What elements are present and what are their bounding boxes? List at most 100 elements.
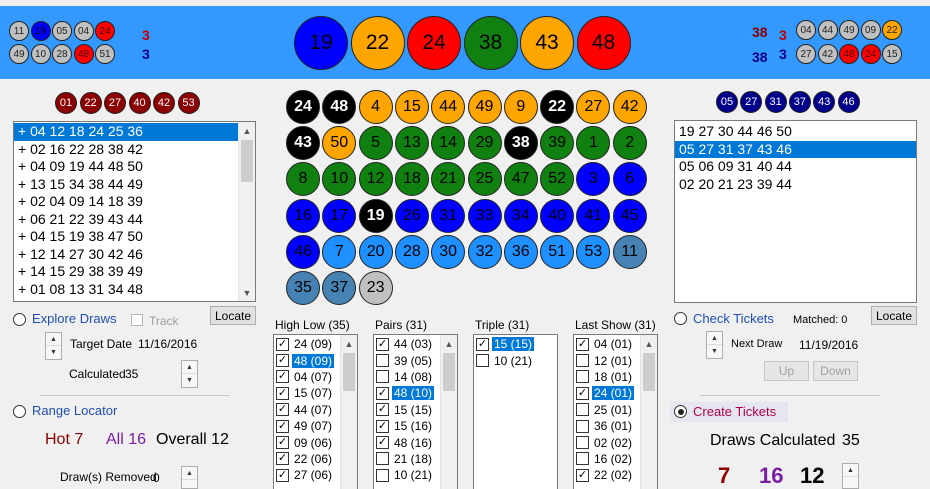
draws-listbox[interactable]: + 04 12 18 24 25 36 + 02 16 22 28 38 42 + … — [13, 121, 256, 302]
checked-checkbox-icon[interactable]: ✓ — [276, 403, 289, 417]
checked-checkbox-icon[interactable]: ✓ — [276, 452, 289, 466]
unchecked-checkbox-icon[interactable] — [376, 370, 389, 384]
draw-list-item[interactable]: + 04 09 19 44 48 50 — [14, 158, 238, 176]
checked-checkbox-icon[interactable]: ✓ — [376, 419, 389, 433]
explore-draws-label[interactable]: Explore Draws — [32, 311, 117, 326]
scroll-thumb[interactable] — [343, 353, 355, 391]
checked-checkbox-icon[interactable]: ✓ — [376, 386, 389, 400]
checked-checkbox-icon[interactable]: ✓ — [376, 436, 389, 450]
unchecked-checkbox-icon[interactable] — [576, 354, 589, 368]
divider — [700, 395, 880, 396]
create-tickets-radio[interactable] — [674, 405, 687, 418]
checked-checkbox-icon[interactable]: ✓ — [576, 337, 589, 351]
checklist-title: Last Show (31) — [575, 318, 656, 332]
checked-checkbox-icon[interactable]: ✓ — [276, 337, 289, 351]
unchecked-checkbox-icon[interactable] — [576, 436, 589, 450]
ticket-list-item[interactable]: 05 27 31 37 43 46 — [675, 140, 916, 158]
checklist-box[interactable]: ✓ 44 (03) 39 (05) 14 (08) ✓ 48 (10) ✓ 15 (15) ✓ 1… — [373, 334, 458, 489]
draw-list-item[interactable]: + 04 15 19 38 47 50 — [14, 228, 238, 246]
header-small-ball: 04 — [73, 21, 94, 41]
range-locator-label[interactable]: Range Locator — [32, 403, 117, 418]
draw-list-item[interactable]: + 04 12 18 24 25 36 — [14, 123, 238, 141]
checked-checkbox-icon[interactable]: ✓ — [276, 354, 289, 368]
scroll-thumb[interactable] — [241, 140, 253, 182]
draw-list-item[interactable]: + 14 15 29 38 39 49 — [14, 263, 238, 281]
checked-checkbox-icon[interactable]: ✓ — [376, 337, 389, 351]
spin-up-icon[interactable]: ▲ — [707, 332, 722, 345]
down-button[interactable]: Down — [813, 361, 858, 381]
draw-list-item[interactable]: + 02 04 09 14 18 39 — [14, 193, 238, 211]
checklist-item[interactable]: ✓ 15 (15) — [474, 336, 557, 352]
checklist-scrollbar[interactable]: ▲ — [640, 335, 657, 489]
draws-removed-spinner[interactable]: ▲ — [181, 466, 198, 489]
checklist-item-label: 27 (06) — [294, 468, 333, 483]
checklist-item[interactable]: 10 (21) — [474, 352, 557, 368]
unchecked-checkbox-icon[interactable] — [376, 354, 389, 368]
draws-scrollbar[interactable]: ▲ ▼ — [238, 122, 255, 301]
spin-up-icon[interactable]: ▲ — [182, 467, 197, 480]
checklist-item-label: 10 (21) — [394, 468, 433, 483]
spin-up-icon[interactable]: ▲ — [46, 333, 61, 346]
spin-down-icon[interactable]: ▼ — [707, 345, 722, 358]
unchecked-checkbox-icon[interactable] — [376, 468, 389, 482]
unchecked-checkbox-icon[interactable] — [576, 403, 589, 417]
locate-tickets-button[interactable]: Locate — [871, 306, 917, 325]
unchecked-checkbox-icon[interactable] — [576, 370, 589, 384]
checklist-box[interactable]: ✓ 15 (15) 10 (21) — [473, 334, 558, 489]
create-spinner[interactable]: ▲ — [842, 463, 859, 489]
scroll-down-icon[interactable]: ▼ — [239, 284, 255, 301]
spin-down-icon[interactable]: ▼ — [46, 346, 61, 359]
draw-list-item[interactable]: + 02 16 22 28 38 42 — [14, 141, 238, 159]
checked-checkbox-icon[interactable]: ✓ — [376, 403, 389, 417]
main-draw-ball: 22 — [350, 16, 405, 70]
check-tickets-radio[interactable] — [674, 312, 687, 325]
checklist-box[interactable]: ✓ 04 (01) 12 (01) 18 (01) ✓ 24 (01) 25 (01) 36 … — [573, 334, 658, 489]
checklist-scrollbar[interactable]: ▲ — [440, 335, 457, 489]
ticket-number-ball: 31 — [764, 91, 787, 113]
range-locator-radio[interactable] — [13, 405, 26, 418]
checked-checkbox-icon[interactable]: ✓ — [276, 386, 289, 400]
checked-checkbox-icon[interactable]: ✓ — [276, 468, 289, 482]
calculated-value: 35 — [125, 367, 139, 381]
create-tickets-label[interactable]: Create Tickets — [693, 404, 776, 419]
checked-checkbox-icon[interactable]: ✓ — [576, 468, 589, 482]
checked-checkbox-icon[interactable]: ✓ — [476, 337, 489, 351]
unchecked-checkbox-icon[interactable] — [476, 354, 489, 368]
scroll-up-icon[interactable]: ▲ — [441, 335, 457, 352]
checked-checkbox-icon[interactable]: ✓ — [276, 370, 289, 384]
draw-list-item[interactable]: + 12 14 27 30 42 46 — [14, 246, 238, 264]
scroll-up-icon[interactable]: ▲ — [341, 335, 357, 352]
unchecked-checkbox-icon[interactable] — [576, 419, 589, 433]
spin-down-icon[interactable]: ▼ — [182, 374, 197, 387]
checklist-scrollbar[interactable]: ▲ — [340, 335, 357, 489]
scroll-thumb[interactable] — [643, 353, 655, 391]
unchecked-checkbox-icon[interactable] — [576, 452, 589, 466]
checklist-item-label: 22 (06) — [294, 451, 333, 466]
scroll-thumb[interactable] — [443, 353, 455, 391]
next-draw-spinner[interactable]: ▲ ▼ — [706, 331, 723, 359]
draw-list-item[interactable]: + 13 15 34 38 44 49 — [14, 176, 238, 194]
ticket-list-item[interactable]: 02 20 21 23 39 44 — [675, 176, 916, 194]
grid-number-ball: 13 — [394, 126, 429, 161]
ticket-list-item[interactable]: 05 06 09 31 40 44 — [675, 158, 916, 176]
spin-up-icon[interactable]: ▲ — [843, 464, 858, 477]
locate-draws-button[interactable]: Locate — [210, 306, 256, 325]
check-tickets-label[interactable]: Check Tickets — [693, 311, 774, 326]
tickets-listbox[interactable]: 19 27 30 44 46 50 05 27 31 37 43 46 05 06 … — [674, 120, 917, 303]
target-date-spinner[interactable]: ▲ ▼ — [45, 332, 62, 360]
unchecked-checkbox-icon[interactable] — [376, 452, 389, 466]
calculated-spinner[interactable]: ▲ ▼ — [181, 360, 198, 388]
checked-checkbox-icon[interactable]: ✓ — [276, 436, 289, 450]
up-button[interactable]: Up — [764, 361, 809, 381]
scroll-up-icon[interactable]: ▲ — [239, 122, 255, 139]
ticket-list-item[interactable]: 19 27 30 44 46 50 — [675, 123, 916, 141]
checked-checkbox-icon[interactable]: ✓ — [576, 386, 589, 400]
draw-list-item[interactable]: + 06 21 22 39 43 44 — [14, 211, 238, 229]
track-checkbox[interactable] — [131, 314, 143, 326]
checked-checkbox-icon[interactable]: ✓ — [276, 419, 289, 433]
draw-list-item[interactable]: + 01 08 13 31 34 48 — [14, 281, 238, 299]
explore-draws-radio[interactable] — [13, 313, 26, 326]
checklist-box[interactable]: ✓ 24 (09) ✓ 48 (09) ✓ 04 (07) ✓ 15 (07) ✓ 44 (07)… — [273, 334, 358, 489]
scroll-up-icon[interactable]: ▲ — [641, 335, 657, 352]
spin-up-icon[interactable]: ▲ — [182, 361, 197, 374]
